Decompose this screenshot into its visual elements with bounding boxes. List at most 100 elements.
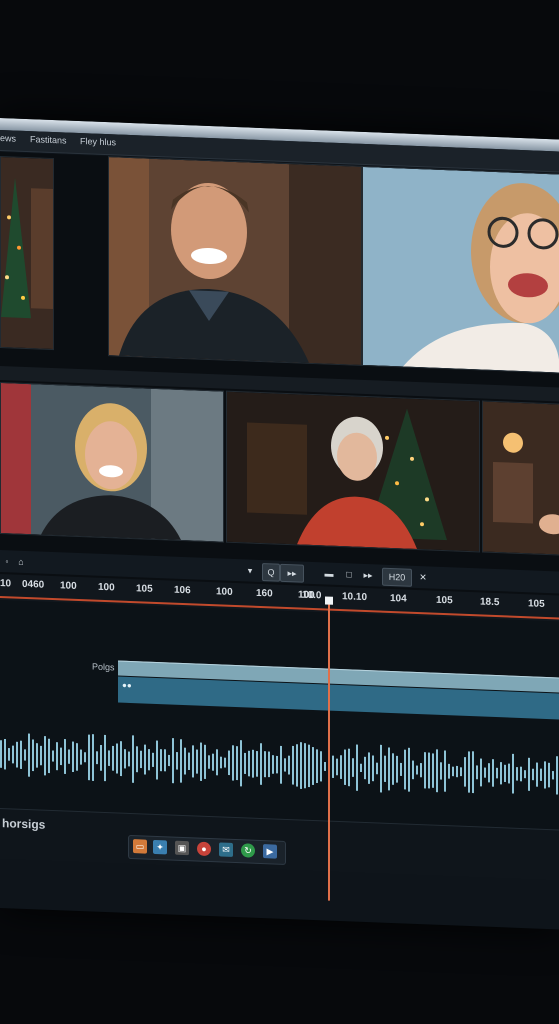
waveform-bar — [76, 743, 78, 771]
waveform-bar — [164, 749, 166, 772]
ruler-label: 10 — [0, 578, 12, 590]
close-icon[interactable]: ✕ — [416, 569, 430, 586]
waveform-bar — [20, 740, 22, 769]
playhead-line[interactable] — [328, 600, 330, 901]
ruler-label: 0460 — [22, 578, 45, 591]
video-tile-man-laughing[interactable] — [108, 156, 362, 366]
fast-forward-icon[interactable]: ▸▸ — [280, 563, 304, 583]
mail-icon[interactable]: ✉ — [219, 842, 233, 857]
waveform-bar — [188, 752, 190, 771]
toolbar-icon-a[interactable]: ◦ — [2, 553, 12, 569]
waveform-bar — [512, 753, 514, 794]
waveform-bar — [452, 766, 454, 777]
waveform-bar — [264, 751, 266, 778]
refresh-icon[interactable]: ↻ — [241, 843, 255, 858]
waveform-bar — [408, 747, 410, 792]
toolbar-icon-b[interactable]: ⌂ — [16, 554, 26, 570]
video-tile-older-woman[interactable] — [226, 390, 480, 553]
zoom-icon[interactable]: Q — [262, 563, 280, 582]
waveform-bar — [104, 734, 106, 782]
waveform-bar — [376, 762, 378, 775]
ruler-label: 160 — [256, 587, 273, 600]
image-icon[interactable]: ▣ — [175, 840, 189, 856]
ruler-label: 18.5 — [480, 596, 500, 609]
waveform-bar — [544, 761, 546, 789]
ruler-label: 105 — [136, 583, 153, 595]
waveform-bar — [296, 744, 298, 787]
waveform-bar — [456, 765, 458, 778]
ruler-label: 104 — [390, 592, 407, 605]
track-label: Polgs — [92, 661, 115, 673]
ruler-label-current: 10.0 — [302, 589, 322, 602]
waveform-bar — [100, 744, 102, 771]
skip-icon[interactable]: ▸▸ — [360, 567, 376, 584]
waveform-bar — [96, 751, 98, 765]
waveform-bar — [524, 770, 526, 779]
waveform-bar — [168, 754, 170, 767]
waveform-bar — [280, 745, 282, 784]
waveform-bar — [344, 749, 346, 786]
waveform-bar — [440, 762, 442, 780]
waveform-bar — [268, 751, 270, 778]
waveform-bar — [40, 745, 42, 766]
menu-item-2[interactable]: Fastitans — [30, 134, 67, 145]
waveform-bar — [36, 743, 38, 768]
clip-marker: ●● — [122, 680, 132, 691]
waveform-bar — [56, 742, 58, 771]
video-tile-woman-glasses[interactable] — [362, 165, 559, 374]
waveform-bar — [404, 749, 406, 790]
waveform-bar — [204, 744, 206, 779]
waveform-bar — [176, 751, 178, 770]
playhead-handle[interactable] — [325, 596, 333, 605]
waveform-bar — [476, 765, 478, 780]
bar-icon[interactable]: ▬ — [320, 565, 338, 582]
ruler-label: 100 — [216, 586, 233, 598]
waveform-bar — [368, 752, 370, 784]
video-tile-right-partial[interactable] — [482, 400, 559, 556]
waveform-bar — [260, 743, 262, 785]
waveform-bar — [472, 751, 474, 794]
video-tile-christmas-left[interactable] — [0, 156, 54, 351]
menu-item-1[interactable]: ews — [0, 133, 16, 144]
ruler-label: 10.10 — [342, 591, 368, 604]
menu-item-3[interactable]: Fley hlus — [80, 136, 116, 147]
star-icon[interactable]: ✦ — [153, 839, 167, 855]
waveform-bar — [380, 744, 382, 793]
waveform-bar — [128, 751, 130, 767]
media-icon[interactable]: ▶ — [263, 844, 277, 859]
waveform-bar — [24, 749, 26, 761]
waveform-bar — [208, 755, 210, 769]
waveform-bar — [464, 757, 466, 787]
record-icon[interactable]: ● — [197, 841, 211, 857]
h20-button[interactable]: H20 — [382, 567, 412, 587]
waveform-bar — [180, 739, 182, 783]
waveform-bar — [308, 744, 310, 788]
waveform-bar — [516, 767, 518, 781]
waveform-bar — [4, 738, 6, 770]
waveform-bar — [16, 741, 18, 768]
waveform-bar — [248, 750, 250, 777]
ruler-label: 105 — [528, 598, 545, 610]
dropdown-icon[interactable]: ▾ — [244, 562, 256, 578]
waveform-bar — [420, 763, 422, 778]
waveform-bar — [488, 763, 490, 783]
waveform-bar — [432, 753, 434, 788]
waveform-bar — [72, 741, 74, 773]
waveform-bar — [504, 764, 506, 783]
stop-icon[interactable]: □ — [342, 566, 356, 583]
waveform-bar — [88, 734, 90, 781]
waveform-bar — [556, 756, 558, 795]
video-tile-blonde-woman[interactable] — [0, 382, 224, 543]
waveform-bar — [232, 745, 234, 781]
waveform-bar — [356, 744, 358, 791]
waveform-bar — [360, 763, 362, 773]
waveform-bar — [196, 749, 198, 774]
ruler-label: 106 — [174, 584, 191, 597]
waveform-bar — [240, 740, 242, 787]
waveform-bar — [220, 756, 222, 769]
waveform-bar — [424, 752, 426, 789]
waveform-bar — [52, 750, 54, 762]
waveform-bar — [80, 749, 82, 765]
folder-icon[interactable]: ▭ — [133, 839, 147, 854]
waveform-bar — [412, 760, 414, 780]
